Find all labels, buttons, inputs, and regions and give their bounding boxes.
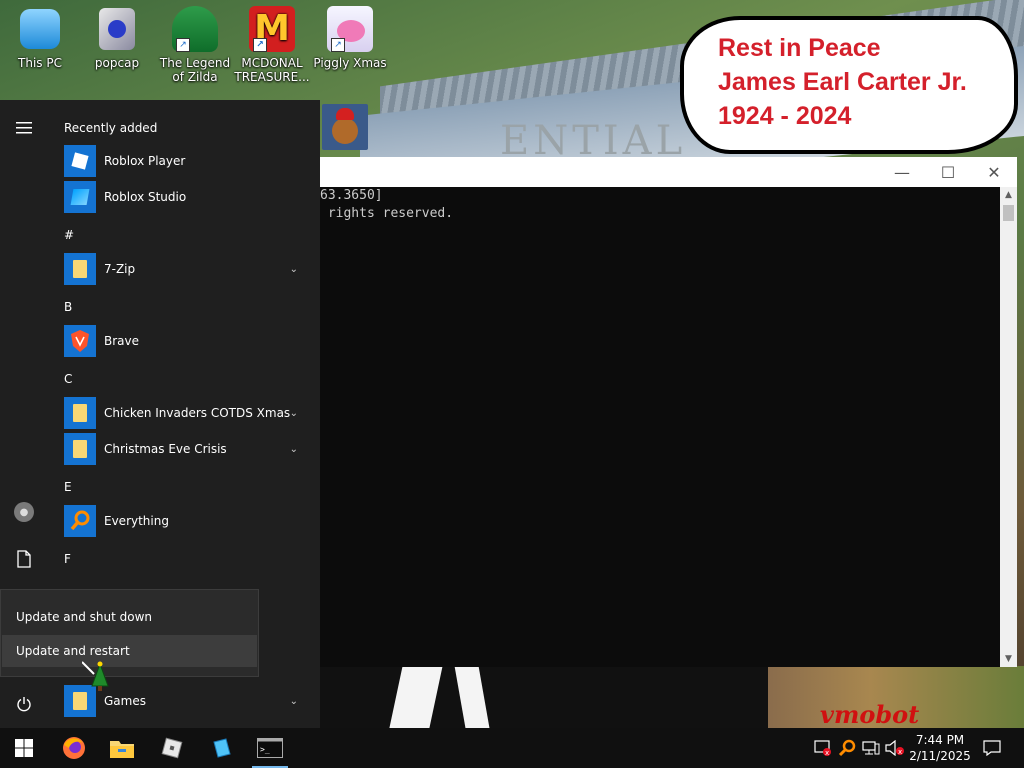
banner-line-2: James Earl Carter Jr. [718, 68, 967, 96]
section-header-f[interactable]: F [64, 552, 71, 566]
desktop-icon-popcap[interactable]: popcap [79, 6, 155, 70]
command-prompt-window[interactable]: — ☐ ✕ 63.3650] rights reserved. ▲ ▼ [320, 157, 1017, 667]
file-explorer-icon[interactable] [98, 728, 146, 768]
command-prompt-icon[interactable]: >_ [246, 728, 294, 768]
firefox-icon[interactable] [50, 728, 98, 768]
app-roblox-player[interactable]: Roblox Player [64, 144, 314, 178]
wallpaper-stripes [320, 666, 770, 728]
security-alert-icon[interactable]: x [812, 728, 834, 768]
taskbar: >_ x x 7:44 PM 2/11/2025 [0, 728, 1024, 768]
svg-text:x: x [825, 749, 829, 756]
roblox-studio-icon[interactable] [198, 728, 246, 768]
app-label: Roblox Player [104, 154, 186, 168]
everything-tray-icon[interactable] [836, 728, 858, 768]
scroll-down-icon[interactable]: ▼ [1000, 651, 1017, 667]
app-label: Chicken Invaders COTDS Xmas [104, 406, 291, 420]
minimize-button[interactable]: — [879, 157, 925, 187]
update-and-restart[interactable]: Update and restart [2, 635, 257, 667]
recently-added-header: Recently added [64, 121, 158, 135]
chevron-down-icon[interactable]: ⌄ [290, 264, 298, 275]
console-line-1: 63.3650] [320, 188, 383, 203]
start-button[interactable] [0, 728, 48, 768]
folder-icon [64, 433, 96, 465]
vertical-scrollbar[interactable]: ▲ ▼ [1000, 187, 1017, 667]
power-icon[interactable] [12, 692, 36, 716]
this-pc-icon [20, 9, 60, 49]
wallpaper-watermark: vmobot [820, 700, 920, 728]
app-label: Roblox Studio [104, 190, 187, 204]
app-roblox-studio[interactable]: Roblox Studio [64, 180, 314, 214]
chevron-down-icon[interactable]: ⌄ [290, 408, 298, 419]
app-label: Brave [104, 334, 140, 348]
clock-date: 2/11/2025 [909, 749, 971, 763]
app-chicken-invaders[interactable]: Chicken Invaders COTDS Xmas ⌄ [64, 396, 314, 430]
magnifier-icon [64, 505, 96, 537]
desktop-icon-label: MCDONAL TREASURE... [234, 56, 310, 84]
notifications-icon[interactable] [978, 728, 1006, 768]
zilda-icon: ↗ [172, 6, 218, 52]
scroll-up-icon[interactable]: ▲ [1000, 187, 1017, 203]
console-output[interactable]: 63.3650] rights reserved. [320, 187, 1000, 667]
mcdonalds-icon: M ↗ [249, 6, 295, 52]
section-header-e[interactable]: E [64, 480, 72, 494]
app-label: 7-Zip [104, 262, 136, 276]
power-menu: Update and shut down Update and restart [0, 589, 259, 677]
teddy-bear-icon [322, 104, 368, 150]
user-account-icon[interactable]: ● [12, 500, 36, 524]
piggly-icon: ↗ [327, 6, 373, 52]
clock-time: 7:44 PM [915, 733, 965, 747]
volume-muted-icon[interactable]: x [884, 728, 906, 768]
console-line-2: rights reserved. [320, 206, 454, 221]
svg-text:>_: >_ [260, 745, 270, 754]
shortcut-arrow-icon: ↗ [176, 38, 190, 52]
app-christmas-eve-crisis[interactable]: Christmas Eve Crisis ⌄ [64, 432, 314, 466]
close-button[interactable]: ✕ [971, 157, 1017, 187]
chevron-down-icon[interactable]: ⌄ [290, 696, 298, 707]
memorial-banner: Rest in Peace James Earl Carter Jr. 1924… [680, 16, 1018, 154]
brave-icon [64, 325, 96, 357]
desktop-icon-label: popcap [94, 56, 140, 70]
window-titlebar[interactable]: — ☐ ✕ [320, 157, 1017, 187]
folder-icon [64, 253, 96, 285]
section-header-hash[interactable]: # [64, 228, 74, 242]
shortcut-arrow-icon: ↗ [253, 38, 267, 52]
section-header-b[interactable]: B [64, 300, 72, 314]
scrollbar-thumb[interactable] [1003, 205, 1014, 221]
desktop-icon-this-pc[interactable]: This PC [2, 6, 78, 70]
desktop-icon-label: This PC [18, 56, 62, 70]
desktop-icon-zilda[interactable]: ↗ The Legend of Zilda [157, 6, 233, 84]
desktop-icon-label: Piggly Xmas [313, 56, 387, 70]
hamburger-menu-icon[interactable] [12, 116, 36, 140]
system-clock[interactable]: 7:44 PM 2/11/2025 [906, 728, 974, 768]
roblox-icon[interactable] [148, 728, 196, 768]
app-label: Games [104, 694, 146, 708]
cursor-icon [81, 660, 110, 692]
app-label: Christmas Eve Crisis [104, 442, 227, 456]
shortcut-arrow-icon: ↗ [331, 38, 345, 52]
roblox-studio-icon [64, 181, 96, 213]
app-label: Everything [104, 514, 169, 528]
desktop-icon-label: The Legend of Zilda [159, 56, 231, 84]
app-7zip[interactable]: 7-Zip ⌄ [64, 252, 314, 286]
app-brave[interactable]: Brave [64, 324, 314, 358]
folder-icon [64, 397, 96, 429]
desktop-icon-piggly[interactable]: ↗ Piggly Xmas [312, 6, 388, 70]
banner-line-3: 1924 - 2024 [718, 102, 852, 130]
maximize-button[interactable]: ☐ [925, 157, 971, 187]
banner-line-1: Rest in Peace [718, 34, 881, 62]
svg-text:x: x [898, 748, 902, 756]
chevron-down-icon[interactable]: ⌄ [290, 444, 298, 455]
popcap-icon [99, 8, 135, 50]
documents-icon[interactable] [12, 547, 36, 571]
desktop-icon-mcdonalds[interactable]: M ↗ MCDONAL TREASURE... [234, 6, 310, 84]
roblox-player-icon [64, 145, 96, 177]
desktop-icon-bear[interactable] [313, 104, 377, 154]
app-everything[interactable]: Everything [64, 504, 314, 538]
section-header-c[interactable]: C [64, 372, 72, 386]
update-and-shut-down[interactable]: Update and shut down [2, 601, 257, 633]
network-icon[interactable] [860, 728, 882, 768]
